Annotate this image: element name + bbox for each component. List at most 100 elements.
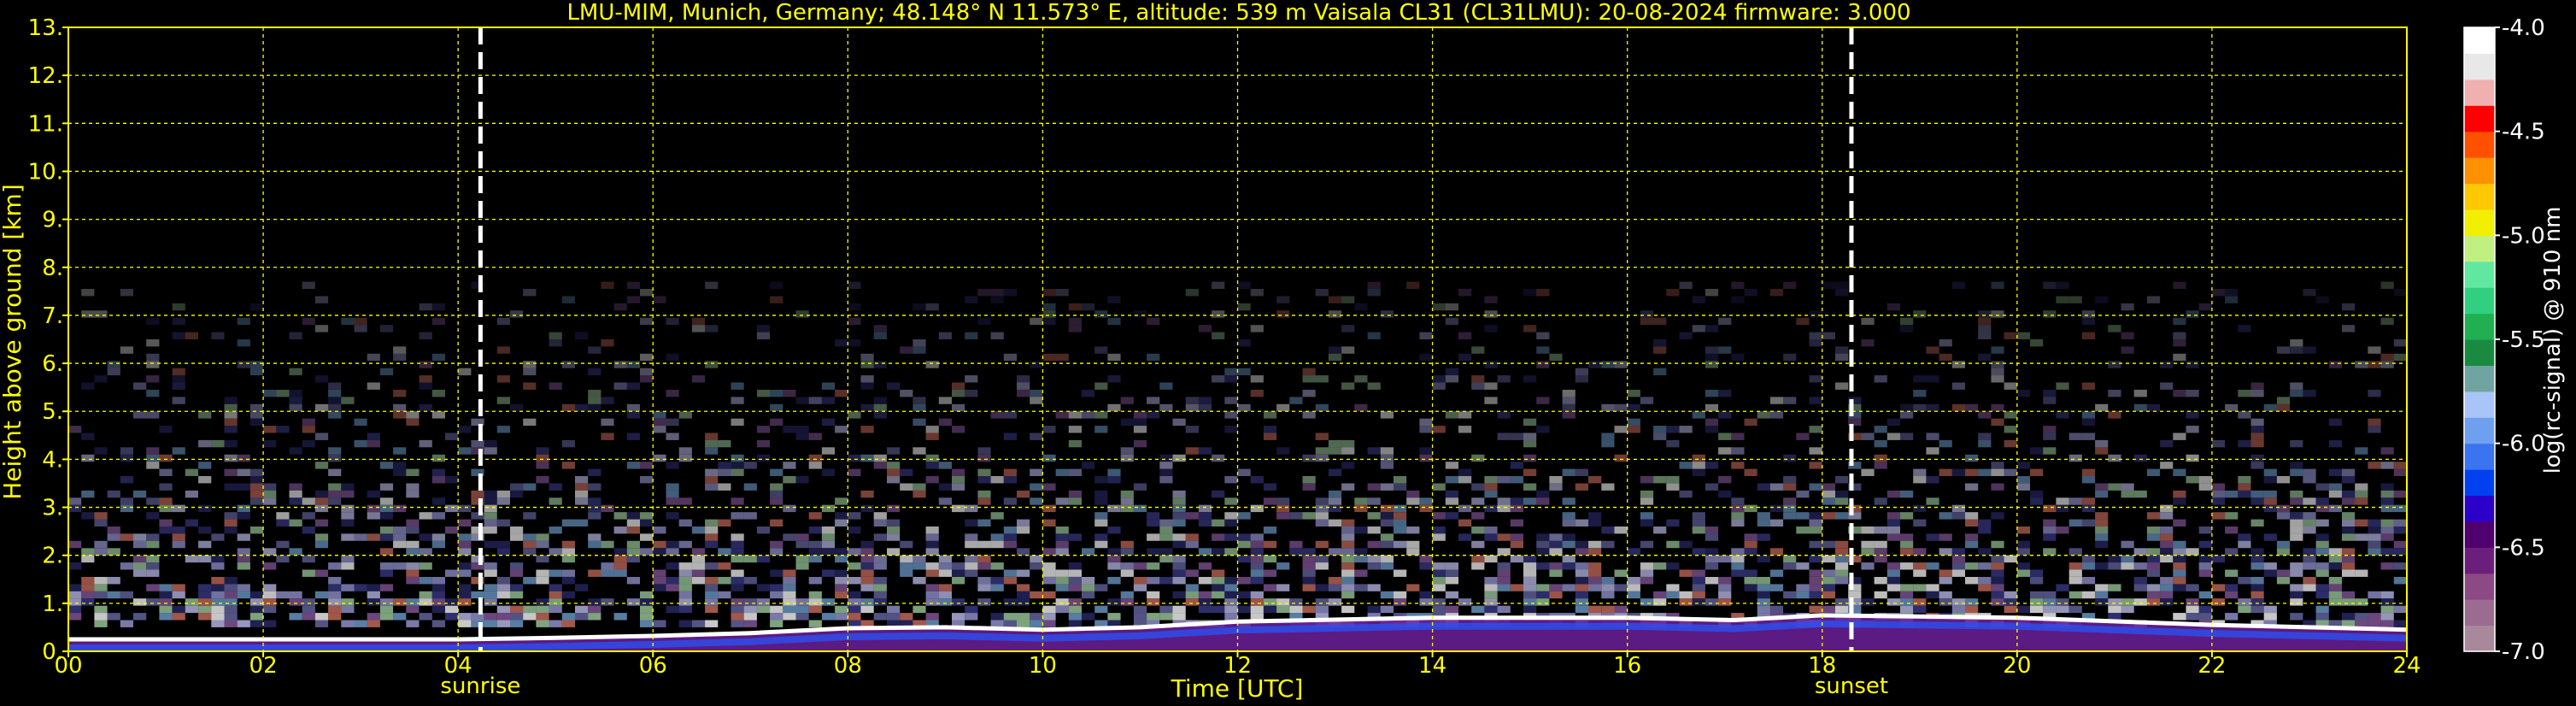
heatmap-cell <box>1315 562 1329 570</box>
heatmap-cell <box>289 397 302 404</box>
heatmap-cell <box>1783 562 1797 570</box>
heatmap-cell <box>1562 411 1576 419</box>
heatmap-cell <box>81 490 95 498</box>
heatmap-cell <box>783 476 796 484</box>
heatmap-cell <box>1289 512 1303 520</box>
heatmap-cell <box>314 533 329 541</box>
heatmap-cell <box>484 497 497 505</box>
heatmap-cell <box>938 569 952 577</box>
heatmap-cell <box>523 361 537 368</box>
heatmap-cell <box>81 591 95 599</box>
heatmap-cell <box>120 562 133 570</box>
heatmap-cell <box>718 548 731 556</box>
heatmap-cell <box>1432 303 1446 311</box>
heatmap-cell <box>2081 504 2096 513</box>
heatmap-cell <box>925 548 939 556</box>
heatmap-cell <box>159 527 173 534</box>
heatmap-cell <box>379 512 394 520</box>
heatmap-cell <box>860 540 874 549</box>
heatmap-cell <box>1237 368 1251 376</box>
heatmap-cell <box>2198 605 2212 614</box>
heatmap-cell <box>1536 584 1550 591</box>
heatmap-cell <box>1497 548 1511 556</box>
heatmap-cell <box>1731 504 1745 513</box>
heatmap-cell <box>484 620 497 627</box>
heatmap-cell <box>2290 468 2303 476</box>
heatmap-cell <box>1302 411 1316 419</box>
heatmap-cell <box>2030 497 2044 505</box>
heatmap-cell <box>1497 584 1511 591</box>
heatmap-cell <box>2146 512 2161 520</box>
heatmap-cell <box>1380 519 1394 527</box>
heatmap-cell <box>419 548 432 556</box>
heatmap-cell <box>2250 548 2264 556</box>
heatmap-cell <box>2056 497 2069 505</box>
heatmap-cell <box>1900 512 1914 520</box>
heatmap-cell <box>1458 476 1472 484</box>
heatmap-cell <box>1445 512 1458 520</box>
heatmap-cell <box>1783 497 1797 505</box>
heatmap-cell <box>1276 403 1290 412</box>
heatmap-cell <box>81 584 95 591</box>
heatmap-cell <box>2342 613 2356 621</box>
heatmap-cell <box>1030 390 1043 397</box>
heatmap-cell <box>120 533 133 541</box>
heatmap-cell <box>249 303 264 311</box>
heatmap-cell <box>640 462 654 469</box>
heatmap-cell <box>1276 605 1290 614</box>
heatmap-cell <box>705 447 719 455</box>
heatmap-cell <box>1601 591 1615 599</box>
heatmap-cell <box>1458 426 1472 433</box>
heatmap-cell <box>172 397 185 404</box>
heatmap-cell <box>2380 598 2394 606</box>
heatmap-cell <box>561 462 575 469</box>
heatmap-cell <box>783 605 796 614</box>
heatmap-cell <box>2043 605 2057 614</box>
heatmap-cell <box>1328 504 1342 513</box>
heatmap-cell <box>1328 447 1342 455</box>
heatmap-cell <box>159 497 173 505</box>
x-tick-label: 16 <box>1613 653 1641 679</box>
heatmap-cell <box>536 577 549 585</box>
heatmap-cell <box>1055 497 1069 505</box>
heatmap-cell <box>484 613 497 621</box>
heatmap-cell <box>496 620 510 627</box>
heatmap-cell <box>2393 519 2407 527</box>
heatmap-cell <box>1926 476 1939 484</box>
heatmap-cell <box>2303 289 2316 297</box>
heatmap-cell <box>1588 361 1602 368</box>
heatmap-cell <box>1185 397 1199 404</box>
heatmap-cell <box>1666 584 1680 591</box>
heatmap-cell <box>2380 317 2394 326</box>
heatmap-cell <box>2342 591 2356 599</box>
colorbar-segment <box>2464 261 2495 288</box>
heatmap-cell <box>1094 533 1108 541</box>
heatmap-cell <box>2133 403 2147 412</box>
heatmap-cell <box>2173 584 2186 591</box>
heatmap-cell <box>120 504 133 513</box>
heatmap-cell <box>588 497 601 505</box>
heatmap-cell <box>1419 598 1433 606</box>
heatmap-cell <box>419 512 432 520</box>
heatmap-cell <box>1380 310 1394 318</box>
heatmap-cell <box>1653 476 1667 484</box>
heatmap-cell <box>1978 439 1992 448</box>
heatmap-cell <box>2276 540 2291 549</box>
heatmap-cell <box>1757 411 1770 419</box>
heatmap-cell <box>678 605 692 614</box>
heatmap-cell <box>2328 591 2342 599</box>
heatmap-cell <box>731 569 744 577</box>
heatmap-cell <box>289 483 302 491</box>
heatmap-cell <box>1380 555 1394 563</box>
heatmap-cell <box>1328 353 1342 362</box>
heatmap-cell <box>990 620 1004 627</box>
heatmap-cell <box>2211 289 2226 297</box>
heatmap-cell <box>159 468 173 476</box>
heatmap-cell <box>2355 361 2368 368</box>
colorbar-label: log(rc-signal) @ 910 nm <box>2540 207 2566 474</box>
heatmap-cell <box>1497 504 1511 513</box>
heatmap-cell <box>2068 454 2082 462</box>
heatmap-cell <box>211 332 225 339</box>
heatmap-cell <box>821 540 836 549</box>
heatmap-cell <box>2095 562 2109 570</box>
